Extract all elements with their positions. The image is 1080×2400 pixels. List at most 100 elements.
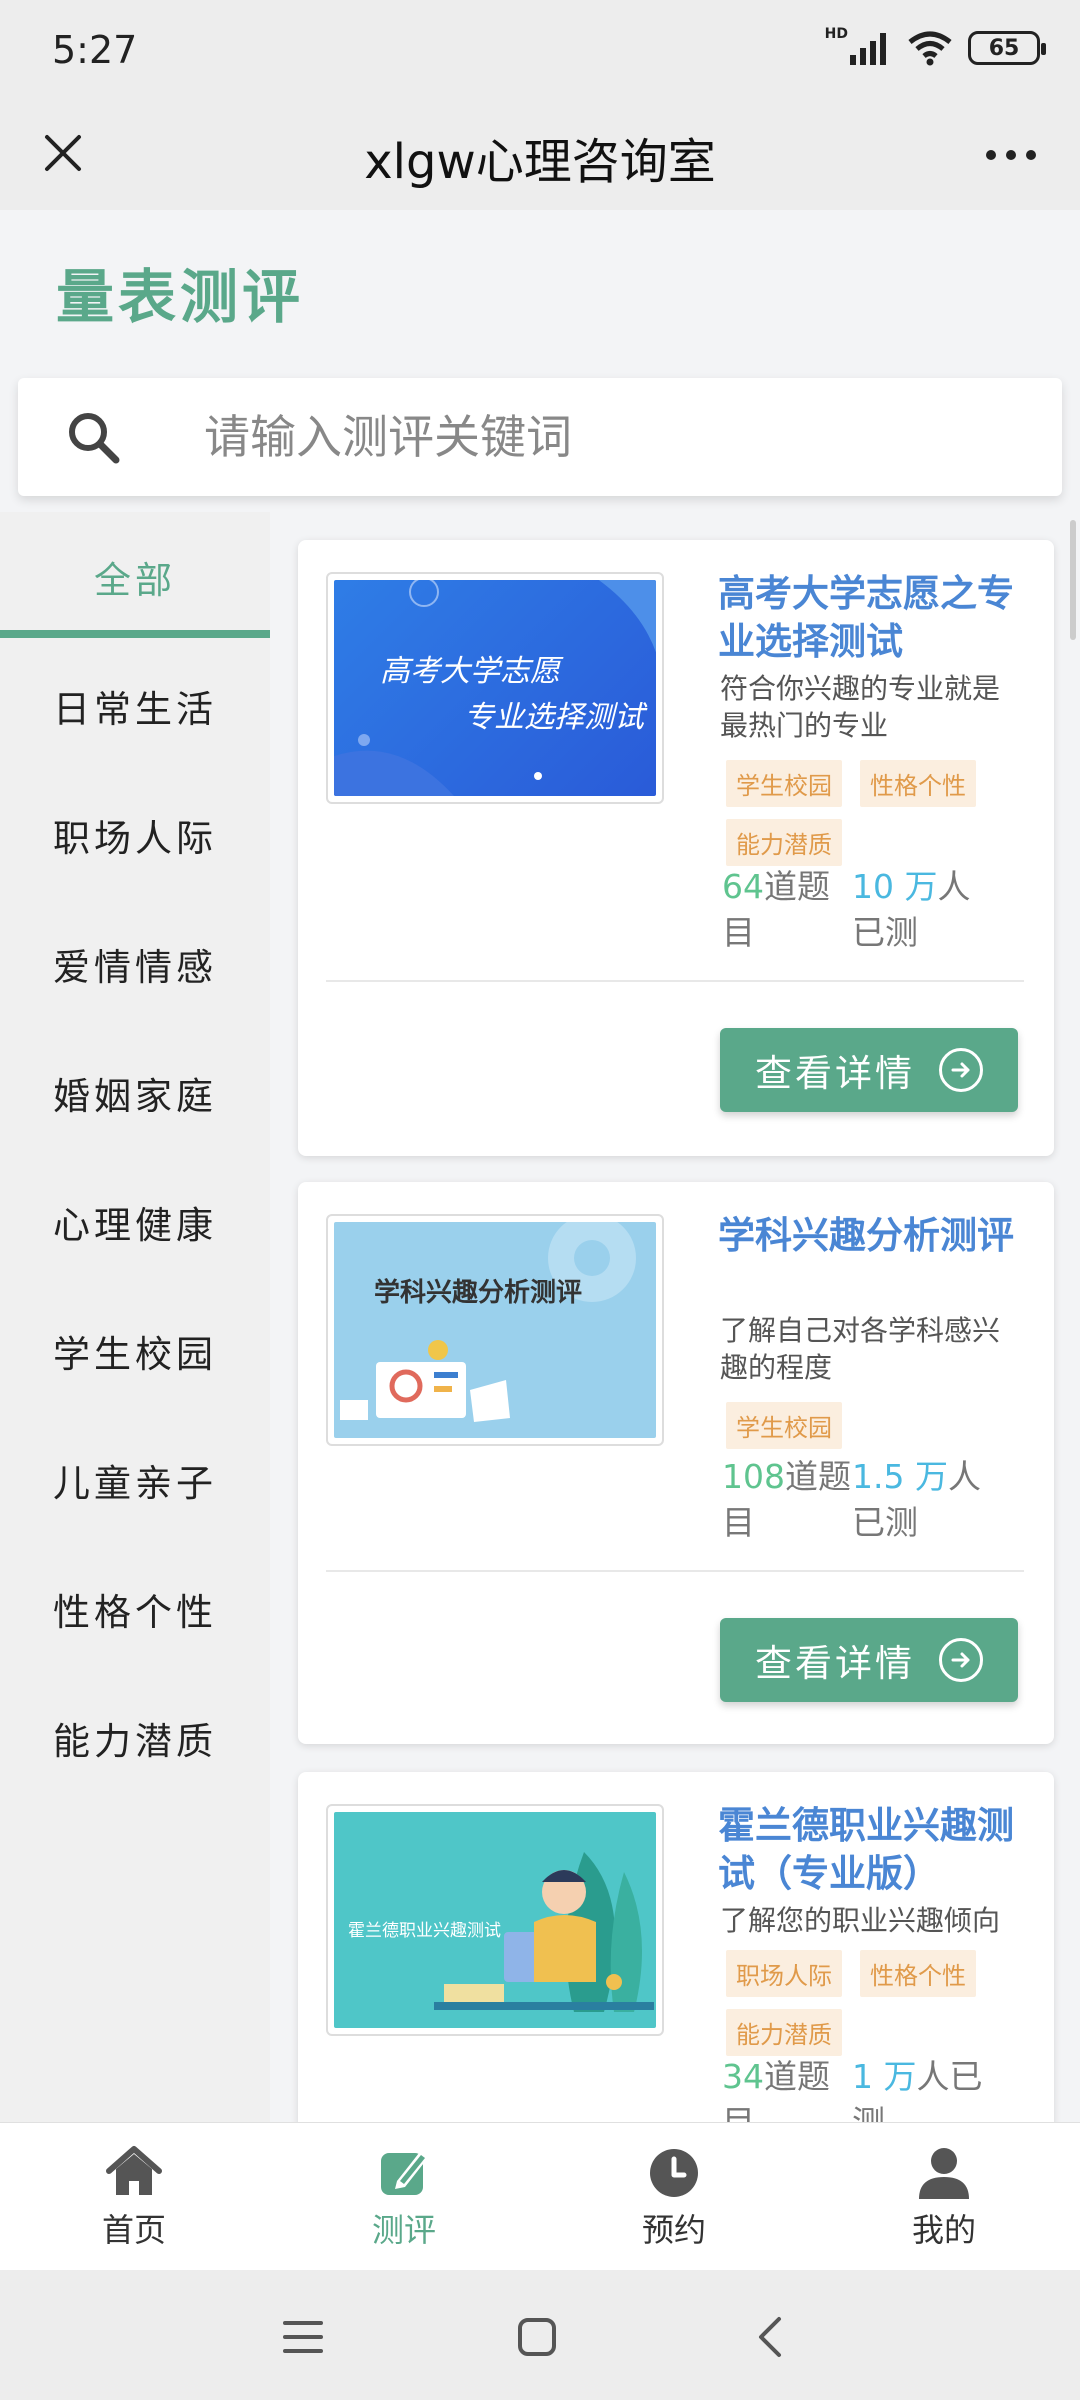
page-header: 量表测评 [0, 210, 1080, 510]
tag-list: 职场人际 性格个性 能力潜质 [726, 1950, 1026, 2056]
assessment-list: 高考大学志愿 专业选择测试 高考大学志愿之专业选择测试 符合你兴趣的专业就是最热… [270, 512, 1080, 2122]
active-tab-indicator [0, 630, 270, 638]
view-details-label: 查看详情 [755, 1642, 915, 1685]
card-divider [326, 980, 1024, 982]
tag-badge: 职场人际 [726, 1950, 842, 1997]
recent-apps-button[interactable] [268, 2302, 338, 2372]
nav-item-label: 测评 [371, 2211, 436, 2249]
card-divider [326, 1570, 1024, 1572]
scrollbar[interactable] [1070, 520, 1076, 640]
status-bar: 5:27 HD 65 [0, 0, 1080, 100]
back-button[interactable] [736, 2302, 806, 2372]
assessment-card[interactable]: 高考大学志愿 专业选择测试 高考大学志愿之专业选择测试 符合你兴趣的专业就是最热… [298, 540, 1054, 1156]
assessment-title[interactable]: 学科兴趣分析测评 [718, 1212, 1018, 1260]
tag-badge: 性格个性 [860, 760, 976, 807]
view-details-button[interactable]: 查看详情 [720, 1618, 1018, 1702]
sidebar-item-label: 学生校园 [53, 1333, 217, 1376]
question-count-value: 64 [722, 867, 764, 906]
assessment-stats: 34道题目1 万人已测 [722, 2054, 1032, 2122]
menu-icon [283, 2321, 323, 2353]
sidebar-item-label: 儿童亲子 [53, 1462, 217, 1505]
close-icon [45, 135, 81, 171]
category-sidebar: 全部 日常生活 职场人际 爱情情感 婚姻家庭 心理健康 学生校园 儿童亲子 性格… [0, 512, 270, 2122]
sidebar-item-ability[interactable]: 能力潜质 [0, 1683, 270, 1793]
tested-count: 10 万人已测 [852, 864, 1002, 956]
chevron-left-icon [759, 2317, 781, 2357]
nav-item-home[interactable]: 首页 [34, 2141, 234, 2251]
question-count: 64道题目 [722, 864, 852, 956]
sidebar-item-personality[interactable]: 性格个性 [0, 1554, 270, 1664]
arrow-right-icon [939, 1638, 983, 1682]
square-icon [518, 2318, 556, 2356]
sidebar-item-marriage[interactable]: 婚姻家庭 [0, 1038, 270, 1148]
thumbnail-title-line-1: 高考大学志愿 [380, 654, 560, 689]
assessment-description: 符合你兴趣的专业就是最热门的专业 [720, 672, 1001, 742]
nav-item-profile[interactable]: 我的 [844, 2141, 1044, 2251]
close-button[interactable] [28, 118, 98, 188]
user-icon [919, 2148, 969, 2199]
assessment-description: 了解您的职业兴趣倾向 [720, 1904, 1001, 1937]
sidebar-item-label: 职场人际 [53, 817, 217, 860]
tag-list: 学生校园 [726, 1402, 1026, 1449]
wifi-icon [908, 31, 952, 66]
tag-badge: 学生校园 [726, 760, 842, 807]
status-icons: HD 65 [811, 26, 1046, 66]
assessment-thumbnail: 霍兰德职业兴趣测试 [326, 1804, 664, 2036]
thumbnail-image: 霍兰德职业兴趣测试 [334, 1812, 656, 2028]
assessment-title[interactable]: 高考大学志愿之专业选择测试 [718, 570, 1018, 666]
assessment-stats: 64道题目10 万人已测 [722, 864, 1032, 956]
page-title: 量表测评 [56, 263, 305, 331]
home-button[interactable] [502, 2302, 572, 2372]
tag-badge: 性格个性 [860, 1950, 976, 1997]
arrow-right-icon [939, 1048, 983, 1092]
sidebar-item-mental-health[interactable]: 心理健康 [0, 1167, 270, 1277]
thumbnail-image: 高考大学志愿 专业选择测试 [334, 580, 656, 796]
clock-icon [650, 2149, 698, 2197]
view-details-button[interactable]: 查看详情 [720, 1028, 1018, 1112]
nav-item-assessment[interactable]: 测评 [304, 2141, 504, 2251]
window-title: xlgw心理咨询室 [364, 134, 716, 190]
sidebar-item-parenting[interactable]: 儿童亲子 [0, 1425, 270, 1535]
nav-item-appointment[interactable]: 预约 [574, 2141, 774, 2251]
assessment-thumbnail: 高考大学志愿 专业选择测试 [326, 572, 664, 804]
tested-count-value: 1 万 [852, 2057, 917, 2096]
sidebar-item-label: 心理健康 [53, 1204, 217, 1247]
assessment-thumbnail: 学科兴趣分析测评 [326, 1214, 664, 1446]
home-icon [106, 2146, 162, 2195]
nav-item-label: 首页 [101, 2211, 166, 2249]
sidebar-item-label: 能力潜质 [53, 1720, 217, 1763]
sidebar-item-all[interactable]: 全部 [0, 522, 270, 632]
edit-icon [381, 2153, 427, 2195]
tested-count-value: 10 万 [852, 867, 938, 906]
title-bar: xlgw心理咨询室 [0, 100, 1080, 210]
tag-badge: 能力潜质 [726, 819, 842, 866]
assessment-stats: 108道题目1.5 万人已测 [722, 1454, 1032, 1546]
sidebar-item-daily-life[interactable]: 日常生活 [0, 651, 270, 761]
assessment-card[interactable]: 霍兰德职业兴趣测试 霍兰德职业兴趣测试（专业版） 了解您的职业兴趣倾向 职场人际… [298, 1772, 1054, 2122]
search-icon [69, 413, 120, 464]
question-count-value: 34 [722, 2057, 764, 2096]
signal-icon [850, 33, 886, 65]
more-options-button[interactable] [966, 120, 1056, 190]
sidebar-item-campus[interactable]: 学生校园 [0, 1296, 270, 1406]
thumbnail-title: 霍兰德职业兴趣测试 [348, 1921, 501, 1941]
assessment-description: 了解自己对各学科感兴趣的程度 [720, 1314, 1001, 1384]
thumbnail-decoration [340, 1222, 636, 1422]
search-input[interactable] [204, 378, 1024, 496]
bottom-nav: 首页 测评 预约 我的 [0, 2122, 1080, 2270]
more-dot-icon [1026, 150, 1036, 160]
tested-count: 1 万人已测 [852, 2054, 1002, 2122]
sidebar-item-workplace[interactable]: 职场人际 [0, 780, 270, 890]
question-count: 34道题目 [722, 2054, 852, 2122]
sidebar-item-label: 全部 [94, 559, 176, 602]
battery-level: 65 [988, 35, 1020, 61]
assessment-card[interactable]: 学科兴趣分析测评 学科兴趣分析测评 了解自己对各学科感兴趣的程度 学生校园 10… [298, 1182, 1054, 1744]
assessment-title[interactable]: 霍兰德职业兴趣测试（专业版） [718, 1802, 1018, 1898]
nav-item-label: 预约 [641, 2211, 706, 2249]
tag-list: 学生校园 性格个性 能力潜质 [726, 760, 1026, 866]
search-bar[interactable] [18, 378, 1062, 496]
battery-icon: 65 [968, 31, 1046, 65]
sidebar-item-label: 婚姻家庭 [53, 1075, 217, 1118]
more-dot-icon [1006, 150, 1016, 160]
sidebar-item-love[interactable]: 爱情情感 [0, 909, 270, 1019]
